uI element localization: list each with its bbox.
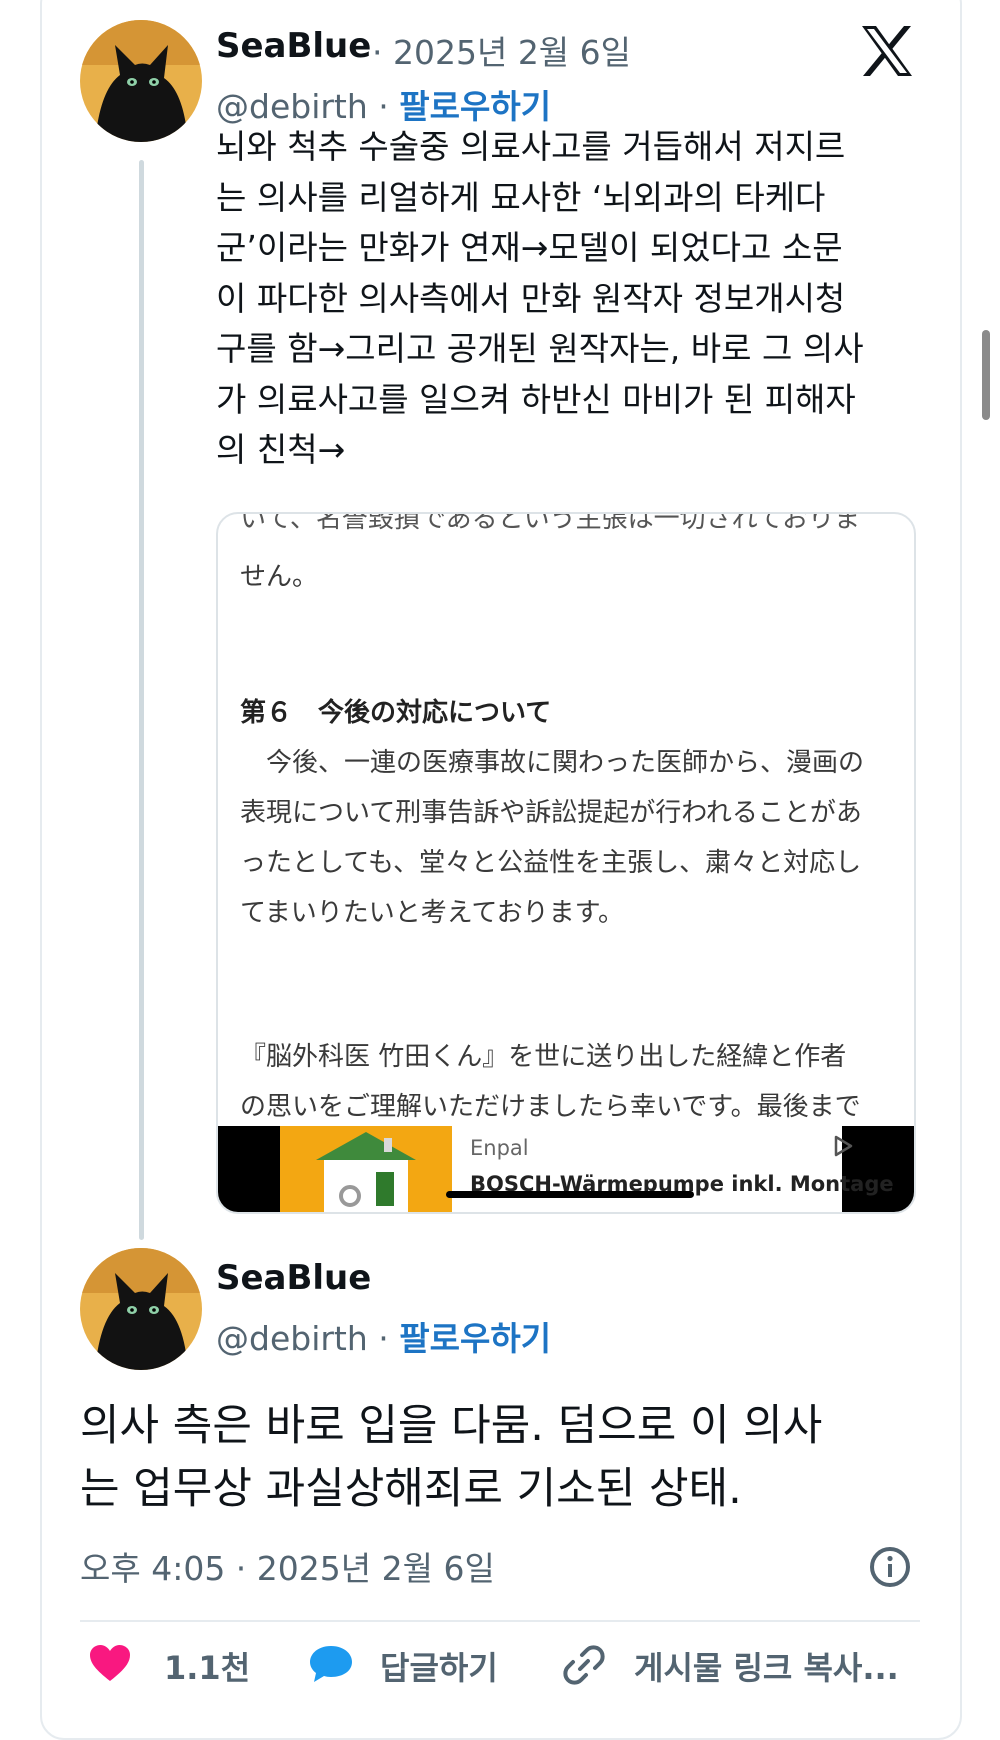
reply-author-name[interactable]: SeaBlue xyxy=(216,1258,371,1298)
reply-follow-button[interactable]: 팔로우하기 xyxy=(399,1319,551,1358)
media-image[interactable]: いて、名誉毀損であるという主張は一切されておりま せん。 第６ 今後の対応につい… xyxy=(216,512,916,1214)
reply-bubble-icon xyxy=(310,1646,352,1682)
media-line: せん。 xyxy=(240,562,319,592)
reply-handle-row: @debirth · 팔로우하기 xyxy=(216,1319,552,1358)
tweet-date[interactable]: 2025년 2월 6일 xyxy=(393,33,631,72)
author-handle-row: @debirth · 팔로우하기 xyxy=(216,87,552,126)
ad-underline xyxy=(446,1191,694,1198)
media-cut-line: いて、名誉毀損であるという主張は一切されておりま xyxy=(240,512,861,534)
like-count: 1.1천 xyxy=(164,1649,251,1687)
media-paragraph-line: てまいりたいと考えております。 xyxy=(240,898,625,928)
tweet-text: 뇌와 척추 수술중 의료사고를 거듭해서 저지르 는 의사를 리얼하게 묘사한 … xyxy=(216,127,864,469)
heart-icon xyxy=(90,1645,130,1681)
ad-choices-icon[interactable] xyxy=(831,1134,855,1158)
reply-tweet-text: 의사 측은 바로 입을 다뭄. 덤으로 이 의사 는 업무상 과실상해죄로 기소… xyxy=(80,1401,823,1514)
author-handle[interactable]: @debirth xyxy=(216,87,368,126)
media-closing-line: 『脳外科医 竹田くん』を世に送り出した経緯と作者 xyxy=(240,1042,847,1072)
link-icon xyxy=(563,1645,605,1685)
info-icon[interactable] xyxy=(868,1545,912,1589)
ad-brand[interactable]: Enpal xyxy=(470,1136,529,1160)
ad-thumbnail[interactable] xyxy=(280,1126,452,1212)
copy-link-label: 게시물 링크 복사... xyxy=(634,1649,899,1687)
follow-button[interactable]: 팔로우하기 xyxy=(399,87,551,126)
reply-timestamp[interactable]: 오후 4:05 · 2025년 2월 6일 xyxy=(80,1542,495,1590)
reply-label: 답글하기 xyxy=(380,1649,498,1687)
author-name[interactable]: SeaBlue xyxy=(216,26,371,66)
reply-author-avatar[interactable] xyxy=(80,1248,202,1370)
divider xyxy=(80,1620,920,1622)
reply-author-handle[interactable]: @debirth xyxy=(216,1319,368,1358)
thread-line xyxy=(139,160,144,1240)
media-closing-line: の思いをご理解いただけましたら幸いです。最後まで xyxy=(240,1092,861,1122)
media-paragraph-line: 今後、一連の医療事故に関わった医師から、漫画の xyxy=(240,748,865,778)
media-paragraph-line: ったとしても、堂々と公益性を主張し、粛々と対応し xyxy=(240,848,862,878)
scrollbar[interactable] xyxy=(982,330,990,420)
x-logo-icon[interactable] xyxy=(858,22,916,80)
media-section-heading: 第６ 今後の対応について xyxy=(240,698,552,728)
media-paragraph-line: 表現について刑事告訴や訴訟提起が行われることがあ xyxy=(240,798,862,828)
tweet-date-header[interactable]: · 2025년 2월 6일 xyxy=(372,26,631,74)
author-avatar[interactable] xyxy=(80,20,202,142)
